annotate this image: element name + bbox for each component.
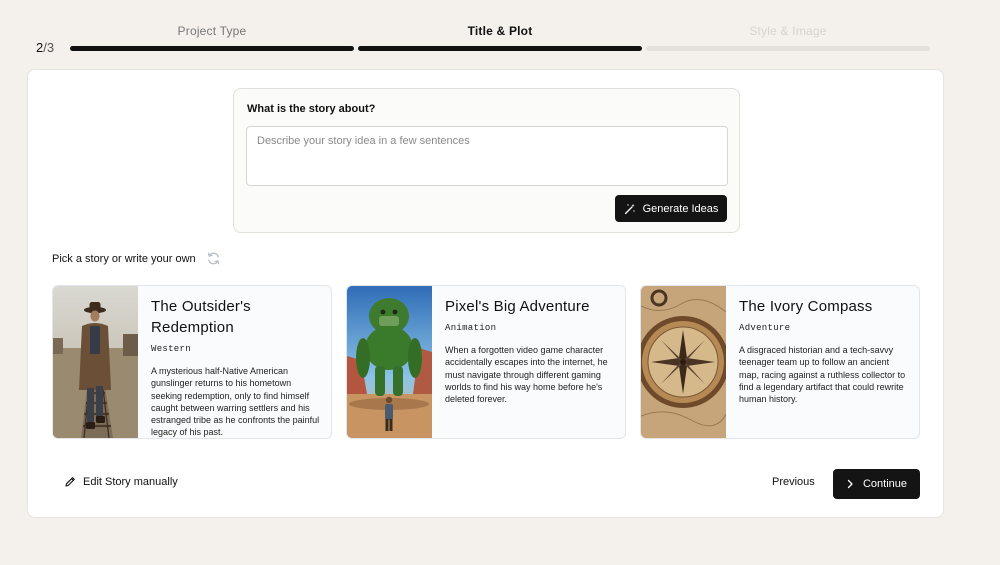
golem-illustration <box>347 286 432 438</box>
story-description: When a forgotten video game character ac… <box>445 345 608 405</box>
chevron-right-icon <box>847 479 853 489</box>
step-progress-bar <box>358 46 642 51</box>
step-label: Style & Image <box>749 24 827 38</box>
story-image-cowboy <box>53 286 138 438</box>
cowboy-illustration <box>53 286 138 438</box>
step-progress-bar <box>646 46 930 51</box>
continue-label: Continue <box>862 478 908 490</box>
main-card: What is the story about? Generate Ideas … <box>27 69 944 518</box>
step-title-plot[interactable]: Title & Plot <box>358 24 642 51</box>
generate-ideas-button[interactable]: Generate Ideas <box>615 195 727 222</box>
step-style-image[interactable]: Style & Image <box>646 24 930 51</box>
step-label: Project Type <box>177 24 247 38</box>
story-idea-input[interactable] <box>246 126 728 186</box>
previous-button[interactable]: Previous <box>772 476 815 488</box>
story-title: The Outsider's Redemption <box>151 298 251 336</box>
step-progress-bar <box>70 46 354 51</box>
continue-button[interactable]: Continue <box>833 469 920 499</box>
refresh-icon[interactable] <box>206 251 221 266</box>
story-image-compass <box>641 286 726 438</box>
story-genre: Western <box>151 344 191 354</box>
pencil-icon <box>65 477 75 487</box>
generate-ideas-label: Generate Ideas <box>642 202 719 215</box>
story-prompt-box: What is the story about? Generate Ideas <box>233 88 740 233</box>
compass-illustration <box>641 286 726 438</box>
story-title: Pixel's Big Adventure <box>445 298 590 315</box>
story-prompt-label: What is the story about? <box>247 103 376 115</box>
pick-story-row: Pick a story or write your own <box>52 251 221 266</box>
step-counter: 2/3 <box>36 40 54 55</box>
story-card[interactable]: Pixel's Big Adventure Animation When a f… <box>346 285 626 439</box>
pick-story-label: Pick a story or write your own <box>52 252 196 265</box>
story-description: A mysterious half-Native American gunsli… <box>151 366 320 438</box>
story-title: The Ivory Compass <box>739 298 873 315</box>
story-card[interactable]: The Ivory Compass Adventure A disgraced … <box>640 285 920 439</box>
step-label: Title & Plot <box>467 24 533 38</box>
story-description: A disgraced historian and a tech-savvy t… <box>739 345 906 405</box>
story-genre: Adventure <box>739 323 791 333</box>
stepper: 2/3 Project Type Title & Plot Style & Im… <box>0 0 1000 60</box>
story-image-golem <box>347 286 432 438</box>
edit-story-label: Edit Story manually <box>83 476 178 488</box>
step-total: /3 <box>43 40 55 55</box>
story-genre: Animation <box>445 323 497 333</box>
story-card[interactable]: The Outsider's Redemption Western A myst… <box>52 285 332 439</box>
magic-wand-icon <box>624 203 635 214</box>
edit-story-manually-button[interactable]: Edit Story manually <box>64 476 178 488</box>
step-project-type[interactable]: Project Type <box>70 24 354 51</box>
